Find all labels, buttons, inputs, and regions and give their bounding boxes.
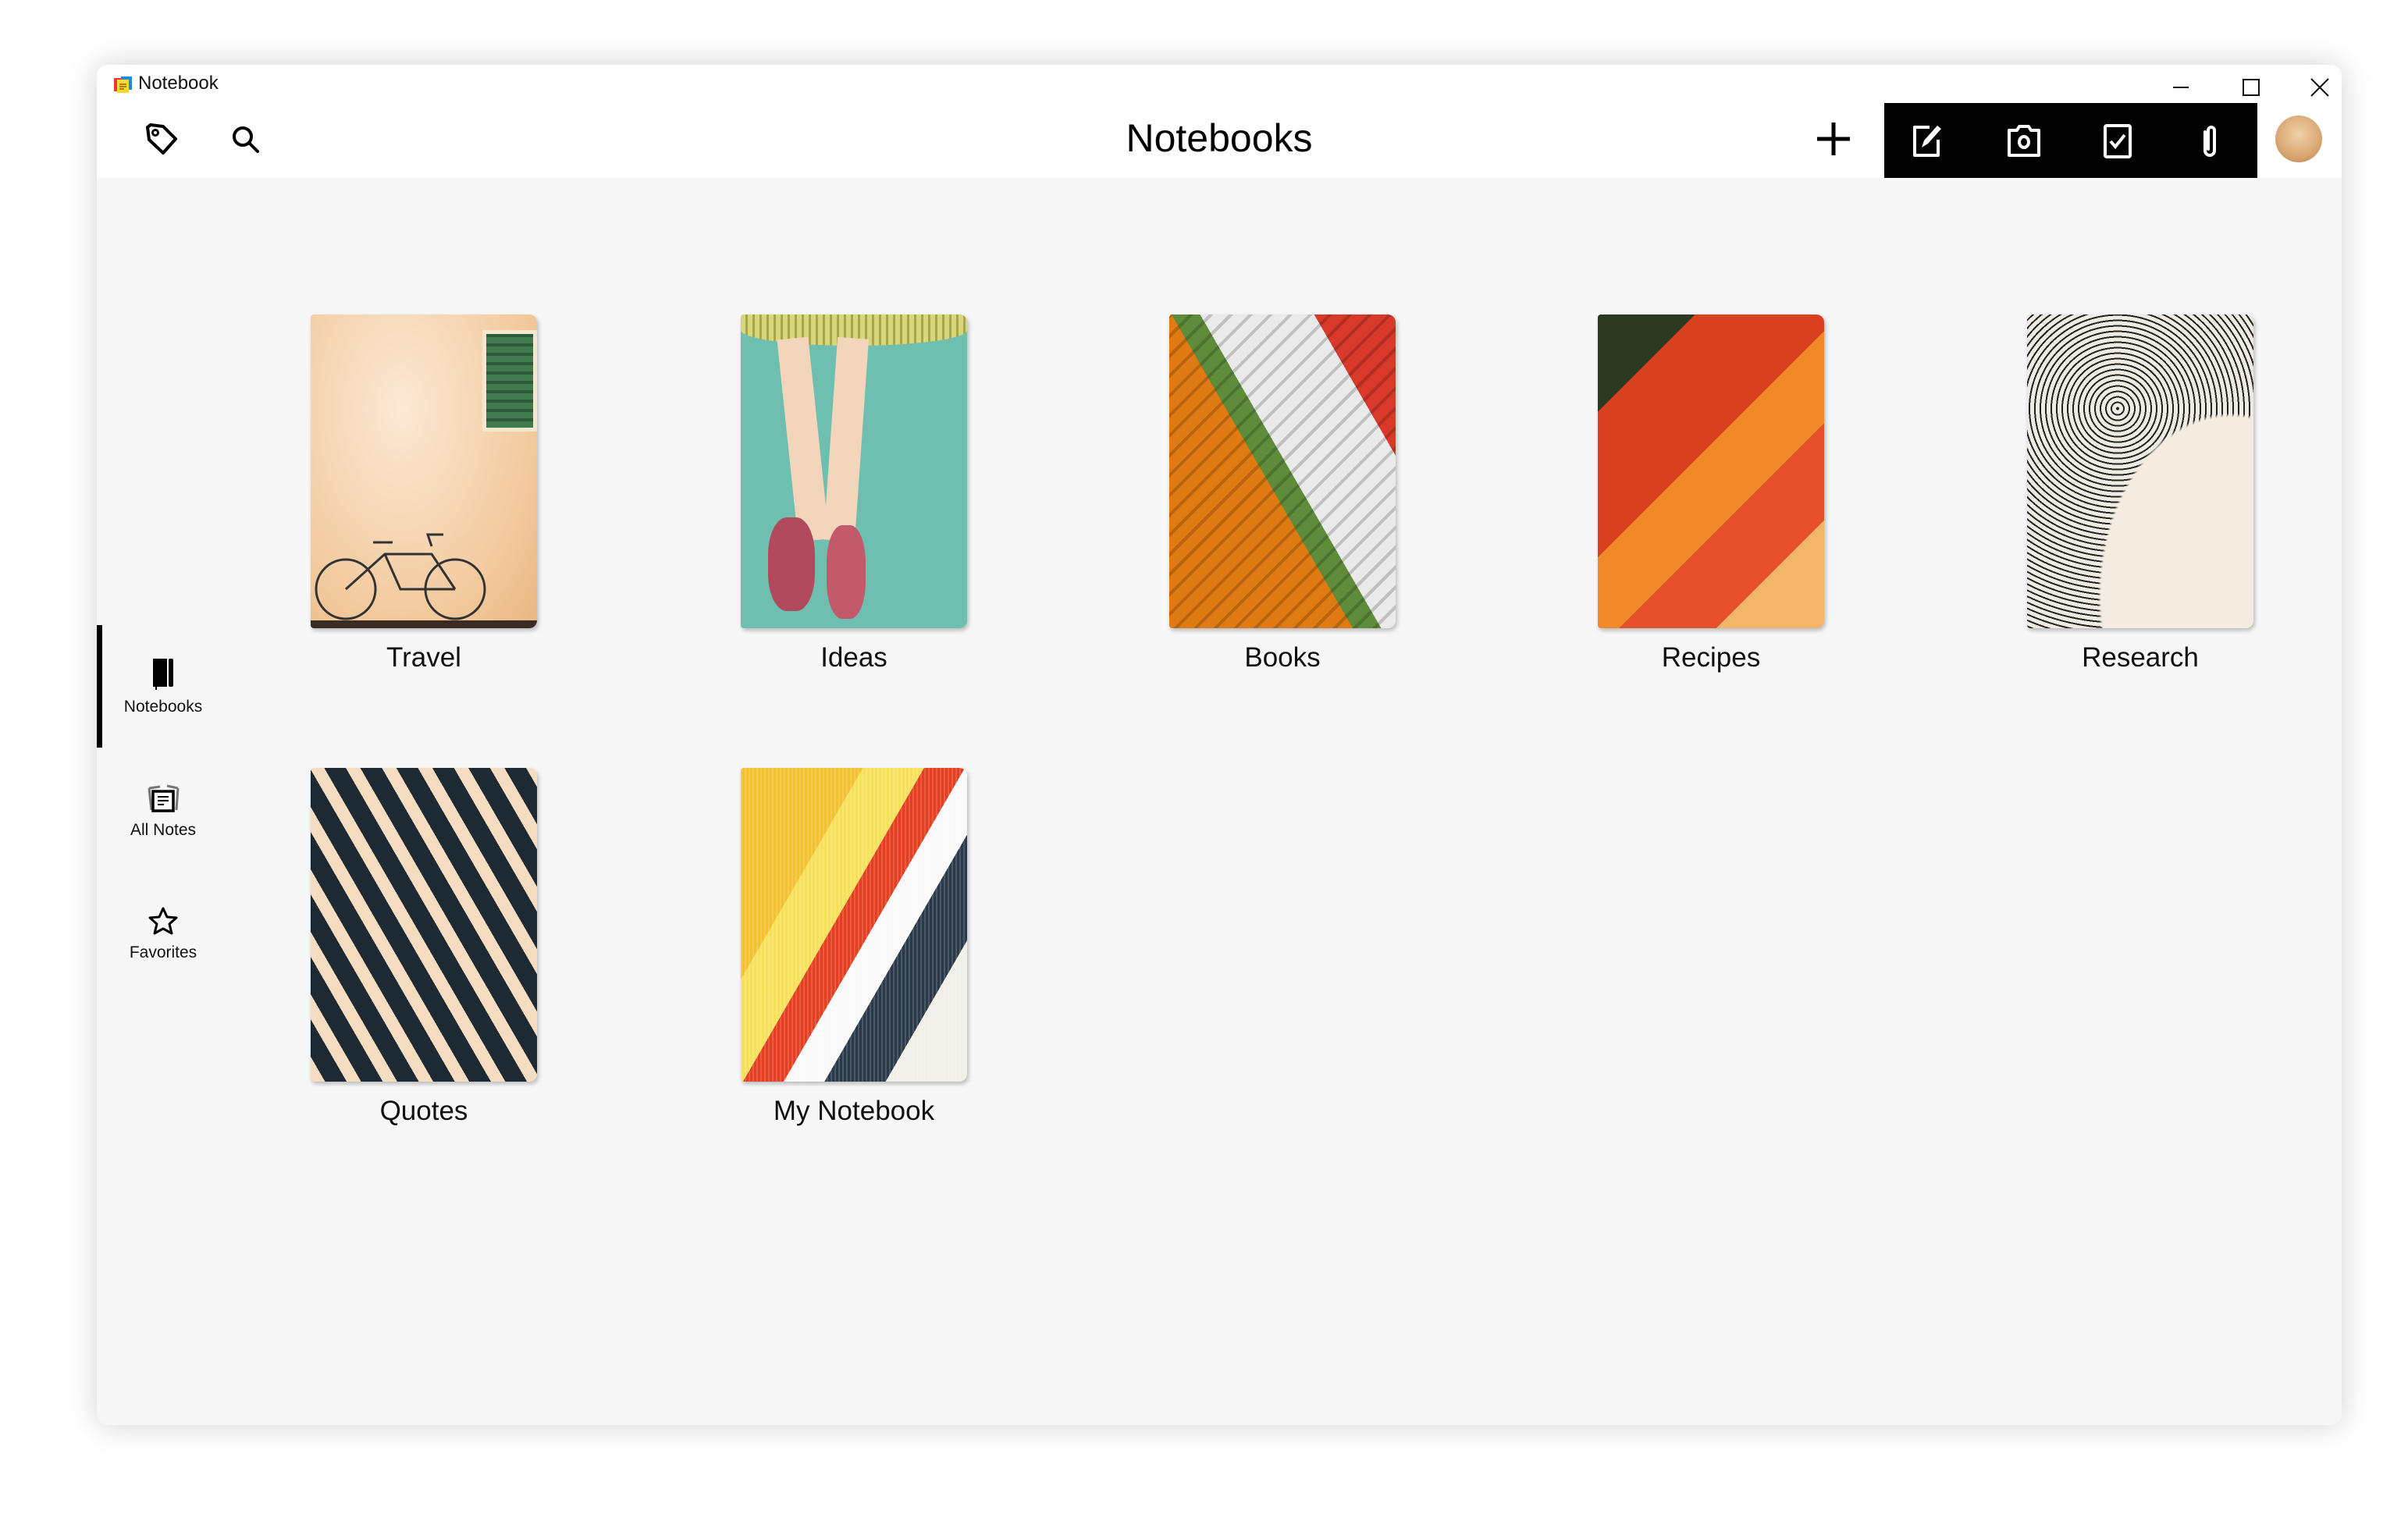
notebook-travel[interactable]: Travel [268,314,580,673]
notebook-cover [1598,314,1824,628]
sidebar-item-favorites[interactable]: Favorites [97,872,229,995]
selected-indicator [97,625,102,748]
minimize-button[interactable] [2157,68,2204,107]
sidebar-item-label: Favorites [129,943,197,961]
notebook-cover [311,768,537,1082]
star-icon [148,907,178,934]
notebook-cover [1169,314,1396,628]
sidebar-item-label: All Notes [130,820,197,839]
plus-icon [1817,123,1850,155]
quick-actions-bar [1884,103,2257,178]
sidebar: Notebooks All Notes Favorites [97,178,229,1425]
notebook-name: Recipes [1661,642,1761,673]
app-logo-icon [114,76,132,93]
notebook-cover [741,314,967,628]
app-title: Notebook [138,73,219,94]
all-notes-icon [148,784,180,812]
notebook-name: Travel [386,642,461,673]
checklist-icon [2104,124,2132,158]
camera-button[interactable] [2001,117,2047,164]
notebook-books[interactable]: Books [1126,314,1439,673]
checklist-button[interactable] [2094,117,2141,164]
title-bar: Notebook Notebooks [97,65,2342,178]
maximize-button[interactable] [2228,68,2275,107]
new-note-button[interactable] [1905,117,1952,164]
new-note-icon [1913,126,1941,157]
user-avatar[interactable] [2275,115,2322,162]
sidebar-item-label: Notebooks [123,697,203,716]
maximize-icon [2243,79,2260,96]
notebook-cover [311,314,537,628]
notebook-cover [2027,314,2253,628]
notebook-cover [741,768,967,1082]
minimize-icon [2173,87,2189,88]
sidebar-item-all-notes[interactable]: All Notes [97,750,229,872]
attachment-icon [2203,126,2216,157]
add-notebook-button[interactable] [1810,115,1857,162]
notebook-quotes[interactable]: Quotes [268,768,580,1127]
sidebar-item-notebooks[interactable]: Notebooks [97,625,229,748]
attachment-button[interactable] [2186,117,2233,164]
app-window: Notebook Notebooks Notebooks All Notes F… [97,65,2342,1425]
notebook-name: My Notebook [773,1096,935,1126]
notebook-name: Research [2082,642,2199,673]
camera-icon [2008,125,2040,157]
notebook-name: Books [1244,642,1321,673]
notebook-recipes[interactable]: Recipes [1555,314,1867,673]
close-button[interactable] [2296,68,2342,107]
notebook-ideas[interactable]: Ideas [698,314,1010,673]
notebook-name: Ideas [820,642,887,673]
notebook-research[interactable]: Research [1984,314,2296,673]
close-icon [2310,78,2329,97]
notebook-icon [153,658,173,690]
notebook-my-notebook[interactable]: My Notebook [698,768,1010,1127]
notebook-name: Quotes [379,1096,468,1126]
